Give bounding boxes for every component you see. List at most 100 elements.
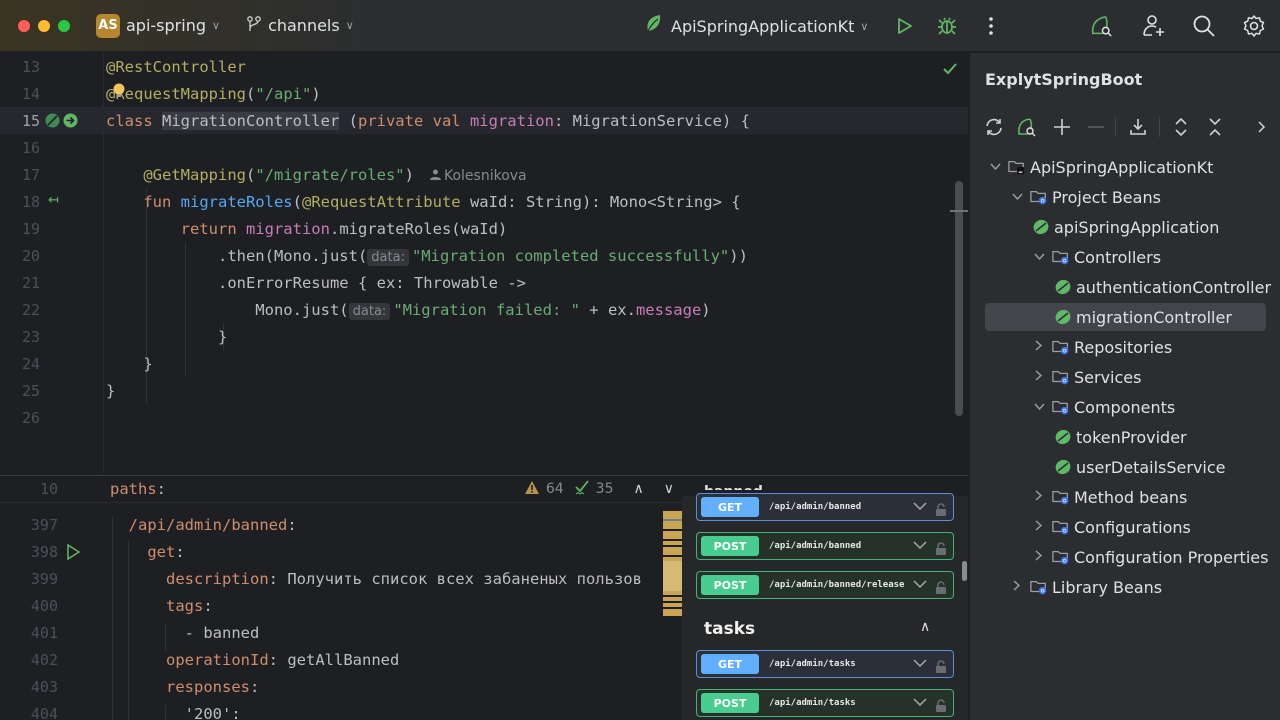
chevron-down-icon[interactable] bbox=[988, 161, 1002, 174]
tree-item[interactable]: Method beans bbox=[1032, 483, 1187, 511]
operation-get[interactable]: GET/api/admin/tasks bbox=[696, 650, 954, 678]
code-line[interactable]: 20 .then(Mono.just(data: "Migration compl… bbox=[0, 242, 968, 269]
collapse-all-icon[interactable] bbox=[1204, 116, 1226, 138]
run-request-icon[interactable] bbox=[66, 543, 81, 564]
code-line[interactable]: 24 } bbox=[0, 350, 968, 377]
tree-item[interactable]: Configuration Properties bbox=[1032, 543, 1268, 571]
chevron-right-icon[interactable] bbox=[1032, 370, 1046, 384]
close-window-button[interactable] bbox=[18, 19, 30, 32]
unlock-icon[interactable] bbox=[935, 540, 947, 555]
download-icon[interactable] bbox=[1127, 116, 1149, 138]
expand-all-icon[interactable] bbox=[1170, 116, 1192, 138]
unlock-icon[interactable] bbox=[935, 658, 947, 673]
minimize-window-button[interactable] bbox=[38, 19, 50, 32]
operation-post[interactable]: POST/api/admin/banned bbox=[696, 532, 954, 560]
sticky-header-line[interactable]: 10 paths: 64 35 ∧ ∨ bbox=[0, 476, 682, 503]
more-icon[interactable] bbox=[979, 14, 1003, 38]
tree-item[interactable]: ApiSpringApplicationKt bbox=[988, 153, 1213, 181]
spring-search-icon[interactable] bbox=[1090, 14, 1114, 38]
chevron-down-icon[interactable] bbox=[913, 697, 927, 710]
unlock-icon[interactable] bbox=[935, 501, 947, 516]
chevron-right-icon[interactable] bbox=[1250, 116, 1272, 138]
code-line[interactable]: 21 .onErrorResume { ex: Throwable -> bbox=[0, 269, 968, 296]
add-icon[interactable] bbox=[1051, 116, 1073, 138]
code-line[interactable]: 26 bbox=[0, 404, 968, 431]
chevron-right-icon[interactable] bbox=[1032, 520, 1046, 534]
branch-selector[interactable]: channels ∨ bbox=[246, 15, 354, 37]
chevron-down-icon[interactable] bbox=[913, 579, 927, 592]
yaml-line[interactable]: 401 - banned bbox=[0, 619, 682, 646]
unlock-icon[interactable] bbox=[935, 697, 947, 712]
tree-item[interactable]: Configurations bbox=[1032, 513, 1191, 541]
chevron-down-icon[interactable] bbox=[1032, 401, 1046, 414]
error-stripe-minimap[interactable] bbox=[663, 511, 682, 616]
operation-post[interactable]: POST/api/admin/tasks bbox=[696, 689, 954, 717]
operation-post[interactable]: POST/api/admin/banned/release bbox=[696, 571, 954, 599]
run-icon[interactable] bbox=[892, 14, 916, 38]
debug-icon[interactable] bbox=[935, 14, 959, 38]
swagger-scrollbar[interactable] bbox=[962, 561, 967, 581]
code-line[interactable]: 18 fun migrateRoles(@RequestAttribute wa… bbox=[0, 188, 968, 215]
tree-item[interactable]: Services bbox=[1032, 363, 1141, 391]
search-icon[interactable] bbox=[1192, 14, 1216, 38]
next-problem-icon[interactable]: ∨ bbox=[664, 481, 674, 497]
tree-item[interactable]: Components bbox=[1032, 393, 1175, 421]
remove-icon[interactable] bbox=[1085, 116, 1107, 138]
tree-item[interactable]: Controllers bbox=[1032, 243, 1161, 271]
tree-item[interactable]: tokenProvider bbox=[1054, 423, 1187, 451]
chevron-up-icon[interactable]: ∧ bbox=[920, 619, 930, 635]
settings-icon[interactable] bbox=[1242, 14, 1266, 38]
swagger-preview[interactable]: banned GET/api/admin/bannedPOST/api/admi… bbox=[682, 476, 968, 720]
no-problems-check-icon[interactable] bbox=[942, 61, 958, 80]
unlock-icon[interactable] bbox=[935, 579, 947, 594]
yaml-line[interactable]: 398 get: bbox=[0, 538, 682, 565]
chevron-down-icon[interactable] bbox=[913, 658, 927, 671]
yaml-line[interactable]: 397 /api/admin/banned: bbox=[0, 511, 682, 538]
spring-search-icon[interactable] bbox=[1016, 116, 1038, 138]
editor-scrollbar[interactable] bbox=[955, 181, 963, 416]
author-inlay[interactable]: Kolesnikova bbox=[429, 168, 527, 184]
chevron-right-icon[interactable] bbox=[1010, 580, 1024, 594]
refresh-icon[interactable] bbox=[983, 116, 1005, 138]
code-line[interactable]: 23 } bbox=[0, 323, 968, 350]
problems-widget[interactable]: 64 35 ∧ ∨ bbox=[524, 479, 674, 499]
project-selector[interactable]: AS api-spring ∨ bbox=[96, 13, 220, 38]
yaml-line[interactable]: 402 operationId: getAllBanned bbox=[0, 646, 682, 673]
chevron-right-icon[interactable] bbox=[1032, 550, 1046, 564]
tree-item[interactable]: migrationController bbox=[985, 303, 1266, 331]
tree-item[interactable]: apiSpringApplication bbox=[1032, 213, 1219, 241]
code-editor[interactable]: 13 @RestController 14 @RequestMapping("/api… bbox=[0, 53, 968, 473]
code-line[interactable]: 13 @RestController bbox=[0, 53, 968, 80]
yaml-editor[interactable]: 10 paths: 64 35 ∧ ∨ 397 /api/admin/banne… bbox=[0, 476, 682, 720]
tree-item[interactable]: authenticationController bbox=[1054, 273, 1271, 301]
code-line[interactable]: 16 bbox=[0, 134, 968, 161]
chevron-down-icon[interactable] bbox=[913, 501, 927, 514]
tag-title-tasks[interactable]: tasks bbox=[704, 619, 755, 639]
intention-bulb-icon[interactable] bbox=[112, 83, 126, 103]
chevron-down-icon[interactable] bbox=[1032, 251, 1046, 264]
code-line[interactable]: 14 @RequestMapping("/api") bbox=[0, 80, 968, 107]
spring-bean-gutter-icon[interactable] bbox=[45, 113, 60, 132]
code-line[interactable]: 15 class MigrationController (private val… bbox=[0, 107, 968, 134]
chevron-right-icon[interactable] bbox=[1032, 490, 1046, 504]
code-line[interactable]: 17 @GetMapping("/migrate/roles") Kolesnik… bbox=[0, 161, 968, 188]
yaml-line[interactable]: 403 responses: bbox=[0, 673, 682, 700]
yaml-line[interactable]: 399 description: Получить список всех за… bbox=[0, 565, 682, 592]
tree-item[interactable]: Repositories bbox=[1032, 333, 1172, 361]
tree-item[interactable]: userDetailsService bbox=[1054, 453, 1226, 481]
code-line[interactable]: 25} bbox=[0, 377, 968, 404]
previous-problem-icon[interactable]: ∧ bbox=[634, 481, 644, 497]
add-user-icon[interactable] bbox=[1142, 14, 1166, 38]
chevron-right-icon[interactable] bbox=[1032, 340, 1046, 354]
tree-item[interactable]: Project Beans bbox=[1010, 183, 1161, 211]
chevron-down-icon[interactable] bbox=[1010, 191, 1024, 204]
code-line[interactable]: 22 Mono.just(data: "Migration failed: " +… bbox=[0, 296, 968, 323]
code-line[interactable]: 19 return migration.migrateRoles(waId) bbox=[0, 215, 968, 242]
tree-item[interactable]: Library Beans bbox=[1010, 573, 1162, 601]
yaml-line[interactable]: 404 '200': bbox=[0, 700, 682, 720]
run-configuration-selector[interactable]: ApiSpringApplicationKt ∨ bbox=[645, 14, 868, 38]
operation-get[interactable]: GET/api/admin/banned bbox=[696, 493, 954, 521]
chevron-down-icon[interactable] bbox=[913, 540, 927, 553]
zoom-window-button[interactable] bbox=[58, 19, 70, 32]
request-mapping-gutter-icon[interactable]: ↤ bbox=[48, 193, 59, 208]
